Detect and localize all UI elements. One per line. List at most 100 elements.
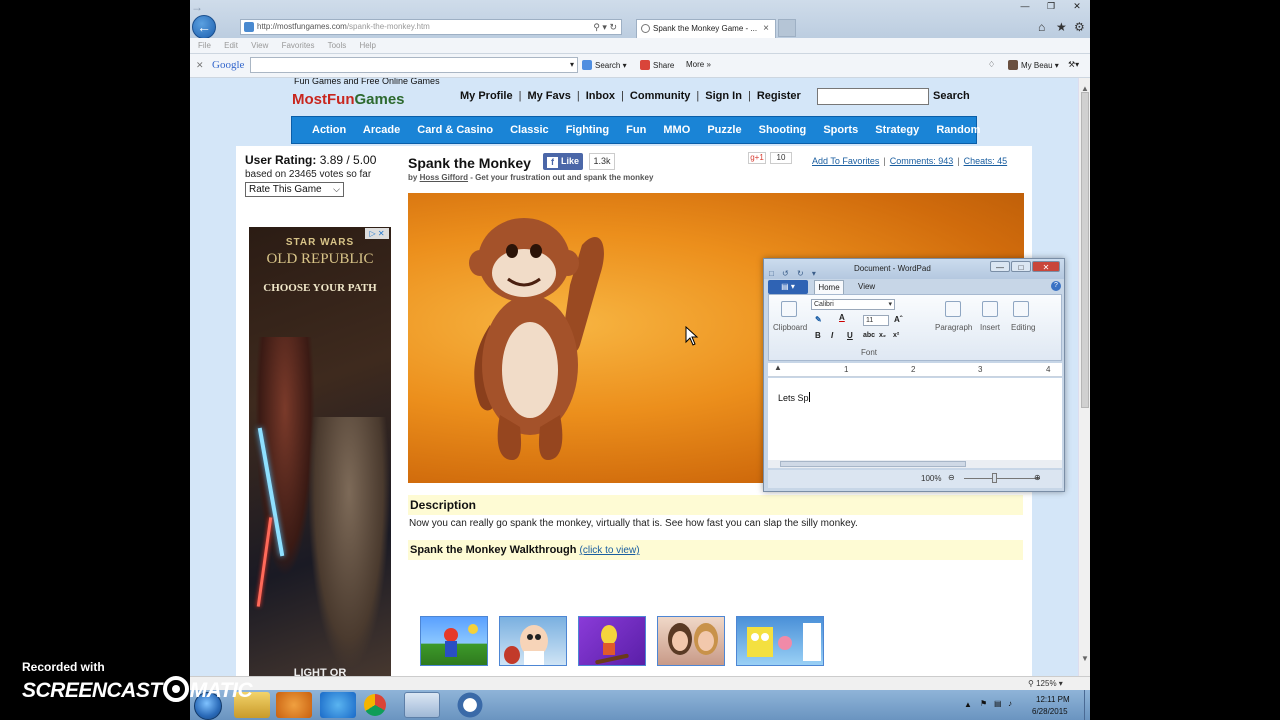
document-text[interactable]: Lets Sp (778, 392, 810, 403)
paragraph-icon[interactable] (945, 301, 961, 317)
browser-tab[interactable]: Spank the Monkey Game - ... × (636, 19, 776, 38)
back-button[interactable]: ← (192, 15, 216, 39)
wordpad-hscroll[interactable] (768, 460, 1062, 468)
chrome-taskbar-icon[interactable] (364, 694, 386, 716)
google-search-input[interactable] (250, 57, 578, 73)
screencast-taskbar-icon[interactable] (452, 692, 488, 718)
menu-file[interactable]: File (198, 41, 211, 50)
google-plus-button[interactable]: g+1 (748, 152, 766, 164)
link-community[interactable]: Community (630, 90, 691, 102)
site-search-button[interactable]: Search (933, 90, 970, 102)
tab-view[interactable]: View (858, 280, 875, 294)
strikethrough-button[interactable]: abc (863, 332, 875, 339)
wrench-icon[interactable]: ⚒▾ (1068, 60, 1079, 69)
wordpad-window[interactable]: □ ↺ ↻ ▾ Document - WordPad — □ ✕ ▤ ▾ Hom… (763, 258, 1065, 492)
grow-font-icon[interactable]: Aˆ (894, 315, 902, 324)
wordpad-title-bar[interactable]: □ ↺ ↻ ▾ Document - WordPad — □ ✕ (764, 259, 1064, 279)
cat-fun[interactable]: Fun (626, 124, 646, 136)
zoom-in-icon[interactable]: ⊕ (1034, 473, 1041, 482)
highlight-icon[interactable]: ✎ (815, 315, 822, 324)
underline-button[interactable]: U (847, 331, 853, 340)
zoom-slider-thumb[interactable] (992, 473, 997, 483)
address-controls-icon[interactable]: ⚲ ▾ ↻ (593, 20, 617, 34)
facebook-like-button[interactable]: f Like (543, 153, 583, 170)
tray-expand-icon[interactable]: ▲ (964, 700, 972, 709)
tab-close-icon[interactable]: × (763, 20, 769, 37)
link-my-favs[interactable]: My Favs (527, 90, 570, 102)
cheats-link[interactable]: Cheats: 45 (964, 156, 1008, 166)
cat-sports[interactable]: Sports (823, 124, 858, 136)
close-button[interactable]: ✕ (1064, 0, 1090, 12)
scroll-down-icon[interactable]: ▼ (1080, 654, 1090, 663)
toolbar-share-button[interactable]: Share (640, 60, 674, 70)
menu-tools[interactable]: Tools (328, 41, 347, 50)
menu-help[interactable]: Help (360, 41, 376, 50)
zoom-slider[interactable] (964, 478, 1040, 479)
cat-fighting[interactable]: Fighting (566, 124, 609, 136)
wordpad-ruler[interactable]: ▲ 1 2 3 4 (768, 363, 1062, 377)
menu-favorites[interactable]: Favorites (282, 41, 315, 50)
subscript-button[interactable]: x₂ (879, 332, 886, 339)
site-logo[interactable]: MostFunGames (292, 91, 405, 108)
related-game-thumb[interactable] (420, 616, 488, 666)
page-scrollbar[interactable]: ▲ ▼ (1078, 78, 1090, 676)
related-game-thumb[interactable] (578, 616, 646, 666)
paste-icon[interactable] (781, 301, 797, 317)
wordpad-minimize-button[interactable]: — (990, 261, 1010, 272)
font-size-select[interactable]: 11 (863, 315, 889, 326)
insert-picture-icon[interactable] (982, 301, 998, 317)
toolbar-close-icon[interactable]: ✕ (196, 60, 204, 71)
menu-view[interactable]: View (251, 41, 268, 50)
toolbar-user-button[interactable]: My Beau ▾ (1008, 60, 1059, 70)
cat-strategy[interactable]: Strategy (875, 124, 919, 136)
rate-game-select[interactable]: Rate This Game ⌵ (245, 182, 344, 197)
help-icon[interactable]: ? (1051, 281, 1061, 291)
link-inbox[interactable]: Inbox (586, 90, 615, 102)
volume-icon[interactable]: ♪ (1008, 699, 1012, 708)
superscript-button[interactable]: x² (893, 332, 899, 339)
cat-classic[interactable]: Classic (510, 124, 549, 136)
comments-link[interactable]: Comments: 943 (890, 156, 954, 166)
forward-button[interactable]: → (190, 0, 204, 14)
cat-action[interactable]: Action (312, 124, 346, 136)
author-link[interactable]: Hoss Gifford (420, 173, 468, 182)
link-register[interactable]: Register (757, 90, 801, 102)
cat-puzzle[interactable]: Puzzle (707, 124, 741, 136)
add-favorites-link[interactable]: Add To Favorites (812, 156, 879, 166)
related-game-thumb[interactable] (736, 616, 824, 666)
italic-button[interactable]: I (831, 331, 833, 340)
font-name-select[interactable]: Calibri ▾ (811, 299, 895, 310)
wordpad-file-menu[interactable]: ▤ ▾ (768, 280, 808, 294)
walkthrough-link[interactable]: (click to view) (580, 545, 640, 556)
wordpad-taskbar-icon[interactable] (404, 692, 440, 718)
site-search-input[interactable] (817, 88, 929, 105)
cat-shooting[interactable]: Shooting (759, 124, 807, 136)
wordpad-maximize-button[interactable]: □ (1011, 261, 1031, 272)
tools-gear-icon[interactable]: ⚙ (1074, 20, 1085, 34)
flag-icon[interactable]: ⚑ (980, 699, 987, 708)
favorites-star-icon[interactable]: ★ (1056, 20, 1067, 34)
media-player-taskbar-icon[interactable] (276, 692, 312, 718)
show-desktop-button[interactable] (1084, 690, 1090, 720)
font-color-icon[interactable]: A (839, 313, 845, 322)
monkey-character[interactable] (450, 205, 610, 465)
indent-marker-icon[interactable]: ▲ (774, 363, 782, 372)
cat-arcade[interactable]: Arcade (363, 124, 400, 136)
tab-home[interactable]: Home (814, 280, 844, 294)
toolbar-more-button[interactable]: More » (686, 60, 711, 69)
zoom-control[interactable]: ⚲ 125% ▾ (1028, 679, 1063, 688)
related-game-thumb[interactable] (499, 616, 567, 666)
internet-explorer-taskbar-icon[interactable] (320, 692, 356, 718)
scrollbar-thumb[interactable] (1081, 92, 1089, 408)
new-tab-button[interactable] (778, 19, 796, 37)
cat-mmo[interactable]: MMO (663, 124, 690, 136)
advertisement[interactable]: ▷ ✕ STAR WARS OLD REPUBLIC CHOOSE YOUR P… (249, 227, 391, 676)
minimize-button[interactable]: — (1012, 0, 1038, 12)
toolbar-search-button[interactable]: Search ▾ (582, 60, 627, 70)
hscroll-thumb[interactable] (780, 461, 966, 467)
find-binoculars-icon[interactable] (1013, 301, 1029, 317)
google-dropdown-icon[interactable]: ▾ (570, 60, 574, 69)
cat-card-casino[interactable]: Card & Casino (417, 124, 493, 136)
zoom-out-icon[interactable]: ⊖ (948, 473, 955, 482)
address-bar[interactable]: http://mostfungames.com/spank-the-monkey… (240, 19, 622, 35)
